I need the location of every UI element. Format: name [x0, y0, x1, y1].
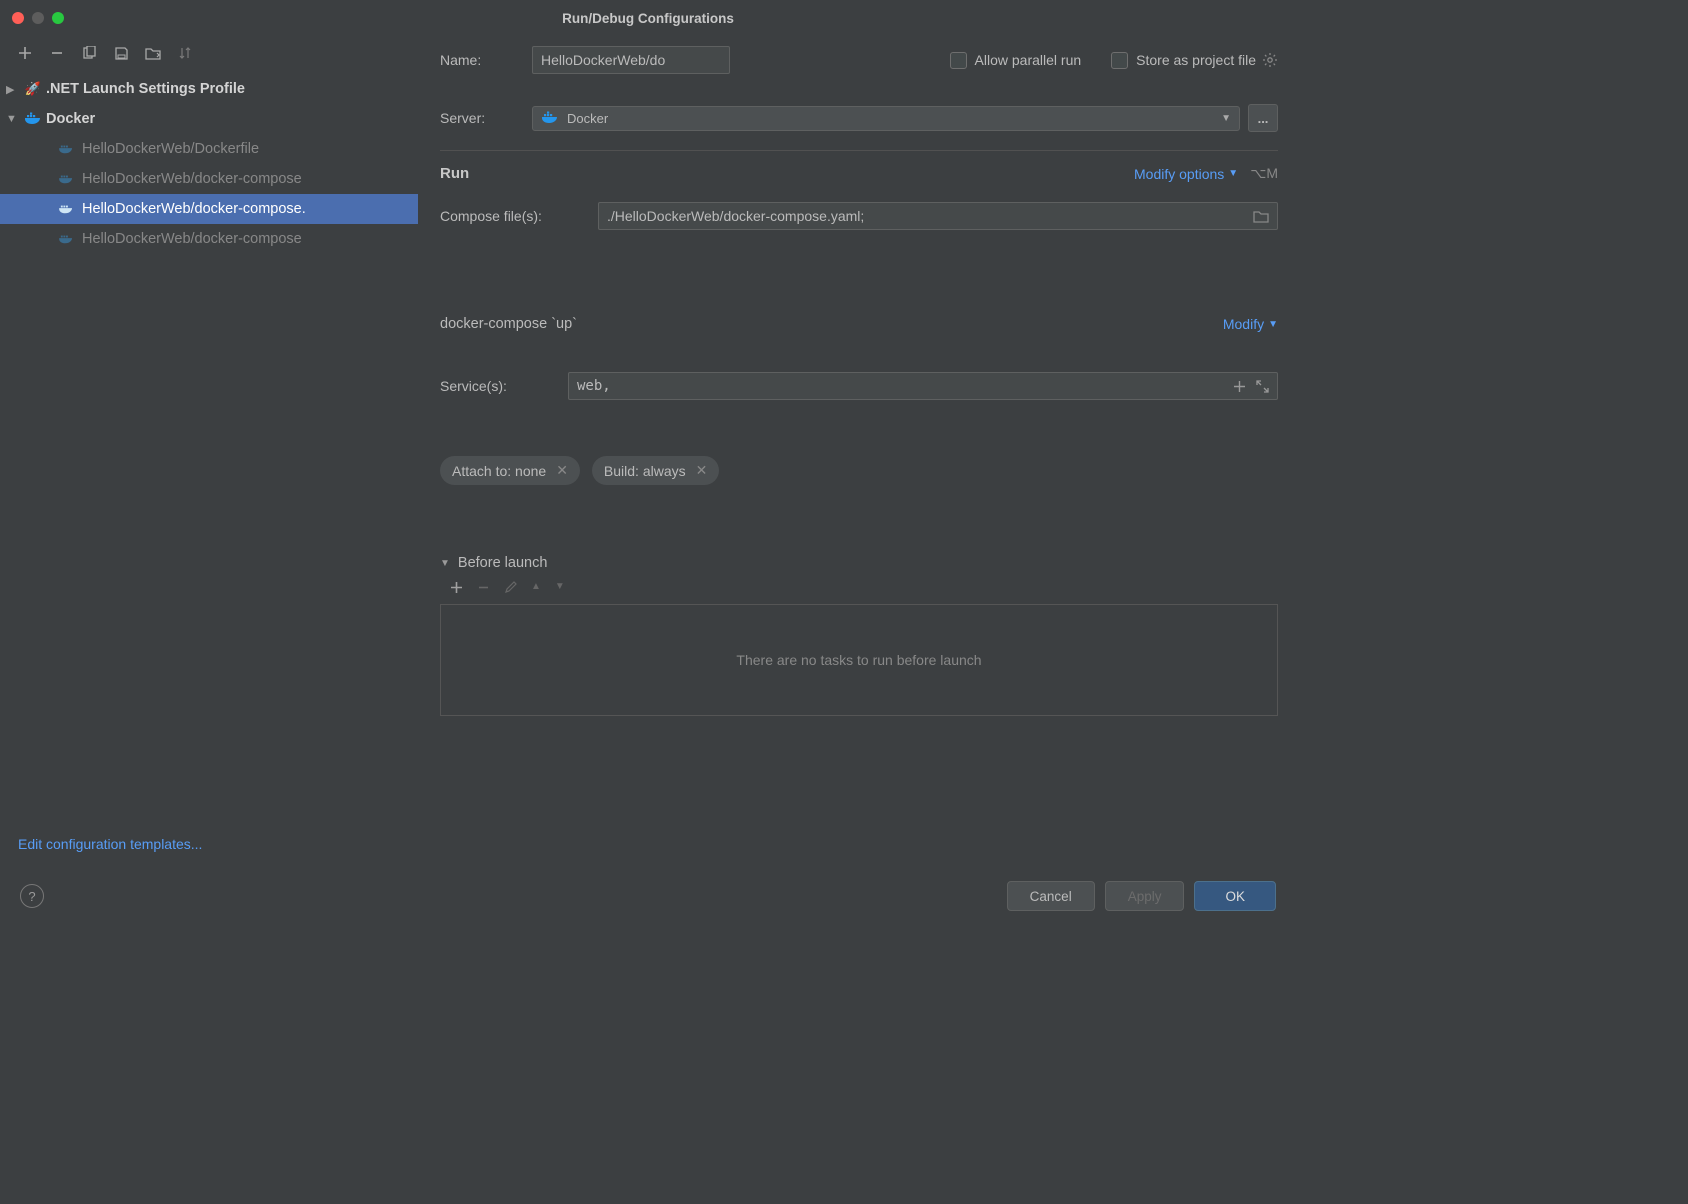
footer: ? Cancel Apply OK: [0, 868, 1296, 924]
tree-item-label: HelloDockerWeb/docker-compose: [82, 231, 302, 247]
chip-attach[interactable]: Attach to: none ✕: [440, 456, 580, 485]
zoom-window-button[interactable]: [52, 12, 64, 24]
empty-message: There are no tasks to run before launch: [736, 652, 981, 668]
remove-icon[interactable]: [48, 44, 66, 62]
folder-icon[interactable]: [1253, 210, 1269, 223]
close-icon[interactable]: ✕: [556, 462, 568, 479]
folder-icon[interactable]: [144, 44, 162, 62]
cancel-button[interactable]: Cancel: [1007, 881, 1095, 911]
save-icon[interactable]: [112, 44, 130, 62]
titlebar: Run/Debug Configurations: [0, 0, 1296, 36]
sort-icon[interactable]: [176, 44, 194, 62]
window-controls: [12, 12, 64, 24]
services-input[interactable]: web,: [568, 372, 1278, 400]
docker-icon: [58, 203, 74, 215]
tree-node-label: Docker: [46, 111, 95, 127]
tree-item[interactable]: HelloDockerWeb/Dockerfile: [0, 134, 418, 164]
chevron-down-icon: ▼: [1228, 168, 1238, 179]
docker-icon: [24, 112, 42, 126]
tree-item-label: HelloDockerWeb/docker-compose.: [82, 201, 306, 217]
sidebar-toolbar: [0, 36, 418, 70]
sidebar: ▶ 🚀 .NET Launch Settings Profile ▼ Docke…: [0, 36, 418, 868]
window-title: Run/Debug Configurations: [0, 11, 1296, 26]
close-window-button[interactable]: [12, 12, 24, 24]
ok-button[interactable]: OK: [1194, 881, 1276, 911]
content-panel: Name: Allow parallel run Store as projec…: [418, 36, 1296, 868]
config-tree: ▶ 🚀 .NET Launch Settings Profile ▼ Docke…: [0, 70, 418, 826]
tree-node-label: .NET Launch Settings Profile: [46, 81, 245, 97]
compose-files-input[interactable]: ./HelloDockerWeb/docker-compose.yaml;: [598, 202, 1278, 230]
before-launch-label: Before launch: [458, 555, 547, 571]
expand-icon[interactable]: [1256, 380, 1269, 393]
tree-item[interactable]: HelloDockerWeb/docker-compose: [0, 164, 418, 194]
compose-value: ./HelloDockerWeb/docker-compose.yaml;: [607, 208, 864, 224]
up-label: docker-compose `up`: [440, 316, 577, 332]
before-launch-toolbar: ▲ ▼: [440, 571, 1278, 604]
modify-label: Modify: [1223, 316, 1264, 332]
down-icon[interactable]: ▼: [555, 581, 565, 594]
add-icon[interactable]: [450, 581, 463, 594]
docker-icon: [58, 233, 74, 245]
server-dropdown[interactable]: Docker ▼: [532, 106, 1240, 131]
ellipsis-label: ...: [1258, 111, 1269, 126]
compose-label: Compose file(s):: [440, 208, 598, 224]
edit-icon[interactable]: [504, 581, 517, 594]
shortcut-hint: ⌥M: [1250, 165, 1278, 182]
services-value: web,: [577, 378, 611, 394]
checkbox-icon: [1111, 52, 1128, 69]
tree-node-net[interactable]: ▶ 🚀 .NET Launch Settings Profile: [0, 74, 418, 104]
modify-options-link[interactable]: Modify options ▼: [1134, 166, 1238, 182]
chevron-down-icon: ▼: [1221, 113, 1231, 124]
ellipsis-button[interactable]: ...: [1248, 104, 1278, 132]
checkbox-icon: [950, 52, 967, 69]
store-project-checkbox[interactable]: Store as project file: [1111, 52, 1256, 69]
tree-item-label: HelloDockerWeb/docker-compose: [82, 171, 302, 187]
chip-build[interactable]: Build: always ✕: [592, 456, 719, 485]
chevron-down-icon: ▼: [440, 558, 450, 569]
chevron-down-icon: ▼: [6, 113, 20, 125]
allow-parallel-label: Allow parallel run: [975, 52, 1082, 68]
chevron-down-icon: ▼: [1268, 319, 1278, 330]
tree-item-label: HelloDockerWeb/Dockerfile: [82, 141, 259, 157]
remove-icon[interactable]: [477, 581, 490, 594]
plus-icon[interactable]: [1233, 380, 1246, 393]
docker-icon: [58, 143, 74, 155]
help-icon[interactable]: ?: [20, 884, 44, 908]
gear-icon[interactable]: [1262, 52, 1278, 68]
chevron-right-icon: ▶: [6, 83, 20, 96]
server-label: Server:: [440, 110, 532, 126]
before-launch-empty: There are no tasks to run before launch: [440, 604, 1278, 716]
modify-link[interactable]: Modify ▼: [1223, 316, 1278, 332]
before-launch-header[interactable]: ▼ Before launch: [440, 555, 1278, 571]
minimize-window-button[interactable]: [32, 12, 44, 24]
copy-icon[interactable]: [80, 44, 98, 62]
services-label: Service(s):: [440, 378, 568, 394]
edit-templates-link[interactable]: Edit configuration templates...: [18, 836, 202, 852]
tree-item[interactable]: HelloDockerWeb/docker-compose: [0, 224, 418, 254]
up-icon[interactable]: ▲: [531, 581, 541, 594]
store-project-label: Store as project file: [1136, 52, 1256, 68]
dropdown-value: Docker: [567, 111, 608, 126]
docker-icon: [58, 173, 74, 185]
name-input[interactable]: [532, 46, 730, 74]
tree-node-docker[interactable]: ▼ Docker: [0, 104, 418, 134]
run-section-title: Run: [440, 165, 469, 182]
rocket-icon: 🚀: [24, 81, 42, 97]
name-label: Name:: [440, 52, 532, 68]
allow-parallel-checkbox[interactable]: Allow parallel run: [950, 52, 1082, 69]
chip-label: Attach to: none: [452, 463, 546, 479]
close-icon[interactable]: ✕: [696, 462, 708, 479]
modify-options-label: Modify options: [1134, 166, 1224, 182]
add-icon[interactable]: [16, 44, 34, 62]
chip-label: Build: always: [604, 463, 686, 479]
apply-button[interactable]: Apply: [1105, 881, 1185, 911]
options-chips: Attach to: none ✕ Build: always ✕: [440, 456, 1278, 485]
docker-icon: [541, 111, 559, 125]
tree-item[interactable]: HelloDockerWeb/docker-compose.: [0, 194, 418, 224]
divider: [440, 150, 1278, 151]
